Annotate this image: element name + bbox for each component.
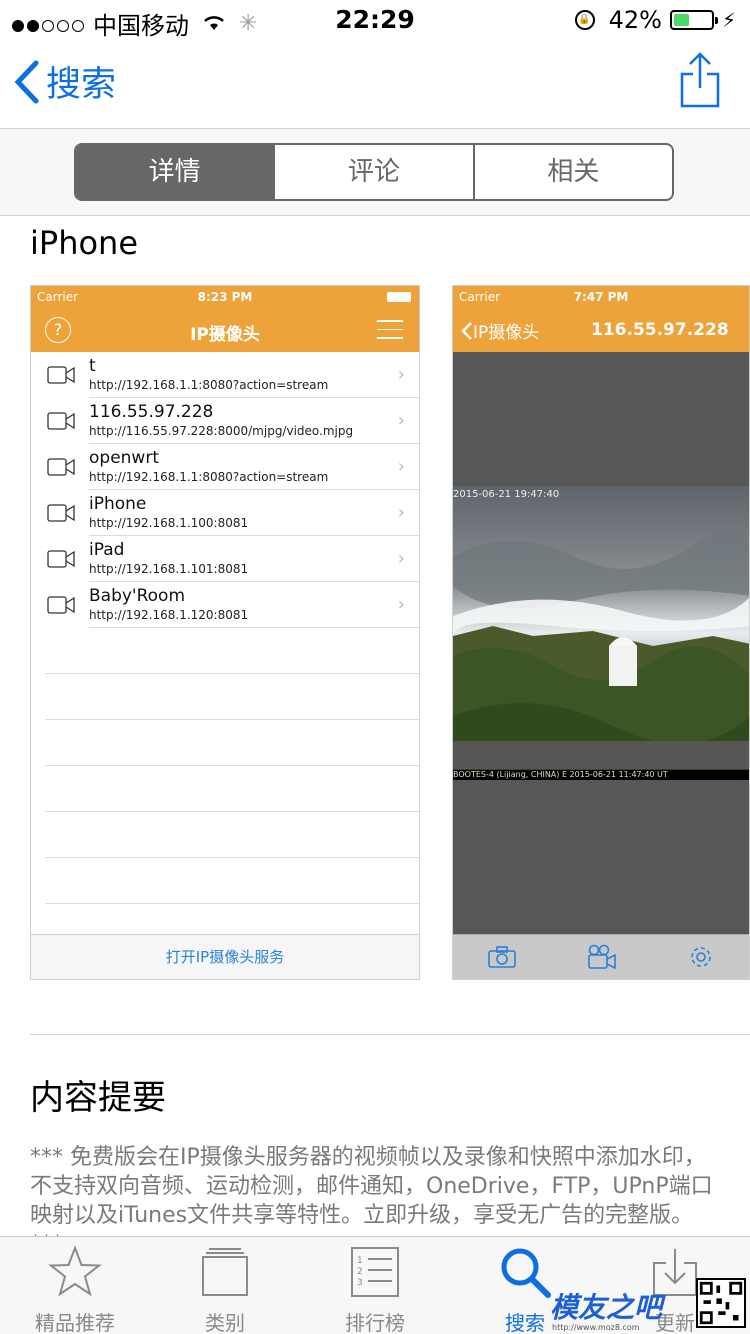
caption-overlay: BOOTES-4 (Lijiang, CHINA) E 2015-06-21 1… xyxy=(453,770,749,780)
chevron-right-icon: › xyxy=(397,364,405,385)
battery-icon xyxy=(387,292,411,302)
segmented-control: 详情 评论 相关 xyxy=(74,143,674,201)
video-camera-icon xyxy=(47,550,75,568)
list-item: openwrt http://192.168.1.1:8080?action=s… xyxy=(31,444,419,490)
tab-categories[interactable]: 类别 xyxy=(150,1245,300,1334)
screenshot-time: 7:47 PM xyxy=(573,290,629,304)
svg-text:2: 2 xyxy=(357,1267,363,1277)
tab-label: 精品推荐 xyxy=(35,1311,115,1334)
chevron-left-icon xyxy=(461,321,472,340)
charging-icon: ⚡ xyxy=(721,8,736,32)
camera-name: openwrt xyxy=(89,448,159,468)
timestamp-overlay: 2015-06-21 19:47:40 xyxy=(453,489,560,500)
camera-name: Baby'Room xyxy=(89,586,186,606)
camera-list: t http://192.168.1.1:8080?action=stream … xyxy=(31,352,419,904)
empty-row xyxy=(31,720,419,766)
status-right: 🔒 42% ⚡ xyxy=(574,6,736,34)
nav-bar: 搜索 xyxy=(0,40,750,128)
empty-row xyxy=(31,674,419,720)
watermark-text: 模友之吧 xyxy=(550,1291,663,1324)
summary-title: 内容提要 xyxy=(30,1078,166,1118)
chevron-right-icon: › xyxy=(397,502,405,523)
share-icon xyxy=(680,52,720,108)
app-screenshot-2[interactable]: Carrier 7:47 PM IP摄像头 116.55.97.228 2015… xyxy=(452,285,750,980)
back-button[interactable]: 搜索 xyxy=(14,56,116,107)
screenshot-nav-bar: ? IP摄像头 xyxy=(31,308,419,352)
list-item: iPad http://192.168.1.101:8081 › xyxy=(31,536,419,582)
video-record-icon xyxy=(588,944,616,970)
camera-url: http://192.168.1.101:8081 xyxy=(89,562,249,576)
chevron-right-icon: › xyxy=(397,594,405,615)
menu-icon xyxy=(377,320,403,346)
tab-details[interactable]: 详情 xyxy=(76,145,276,199)
app-screenshot-1[interactable]: Carrier 8:23 PM ? IP摄像头 t http://192.168… xyxy=(30,285,420,980)
empty-row xyxy=(31,812,419,858)
segment-bar: 详情 评论 相关 xyxy=(0,128,750,216)
start-server-button: 打开IP摄像头服务 xyxy=(31,934,419,979)
list-item: iPhone http://192.168.1.100:8081 › xyxy=(31,490,419,536)
chevron-right-icon: › xyxy=(397,456,405,477)
tab-reviews[interactable]: 评论 xyxy=(275,145,475,199)
chevron-right-icon: › xyxy=(397,548,405,569)
camera-url: http://192.168.1.1:8080?action=stream xyxy=(89,470,329,484)
search-icon xyxy=(501,1248,551,1298)
video-camera-icon xyxy=(47,504,75,522)
tab-label: 类别 xyxy=(205,1311,245,1334)
camera-url: http://116.55.97.228:8000/mjpg/video.mjp… xyxy=(89,424,354,438)
camera-name: t xyxy=(89,356,96,376)
video-camera-icon xyxy=(47,366,75,384)
screenshot-status-bar: Carrier 7:47 PM xyxy=(453,286,749,308)
battery-level xyxy=(673,14,690,26)
screenshot-time: 8:23 PM xyxy=(197,290,253,304)
camera-feed-image: 2015-06-21 19:47:40 BOOTES-4 (Lijiang, C… xyxy=(453,486,749,780)
video-camera-icon xyxy=(47,458,75,476)
battery-icon xyxy=(669,10,718,30)
screenshot-title: 116.55.97.228 xyxy=(591,320,729,340)
watermark-url: http://www.moz8.com xyxy=(552,1323,640,1332)
empty-row xyxy=(31,766,419,812)
camera-name: 116.55.97.228 xyxy=(89,402,214,422)
battery-percent: 42% xyxy=(608,6,662,34)
screenshot-title: IP摄像头 xyxy=(190,325,260,345)
landscape-image xyxy=(453,486,749,780)
screenshot-back: IP摄像头 xyxy=(461,318,539,343)
video-camera-icon xyxy=(47,412,75,430)
section-title-iphone: iPhone xyxy=(30,224,139,262)
tab-top-charts[interactable]: 123 排行榜 xyxy=(300,1245,450,1334)
list-item: t http://192.168.1.1:8080?action=stream … xyxy=(31,352,419,398)
empty-row xyxy=(31,628,419,674)
top-charts-icon: 123 xyxy=(351,1247,399,1297)
camera-url: http://192.168.1.100:8081 xyxy=(89,516,249,530)
back-label: 搜索 xyxy=(46,65,117,105)
camera-url: http://192.168.1.120:8081 xyxy=(89,608,249,622)
screenshot-toolbar xyxy=(453,934,749,979)
screenshot-back-label: IP摄像头 xyxy=(473,323,540,343)
categories-icon xyxy=(202,1248,248,1296)
tab-related[interactable]: 相关 xyxy=(475,145,672,199)
list-item: 116.55.97.228 http://116.55.97.228:8000/… xyxy=(31,398,419,444)
chevron-left-icon xyxy=(14,60,39,103)
camera-name: iPad xyxy=(89,540,125,560)
tab-label: 排行榜 xyxy=(345,1311,405,1334)
svg-text:3: 3 xyxy=(357,1278,363,1288)
qr-code-icon xyxy=(696,1278,746,1328)
gear-icon xyxy=(690,947,711,967)
svg-text:1: 1 xyxy=(357,1256,363,1266)
camera-icon xyxy=(488,946,517,968)
video-camera-icon xyxy=(47,596,75,614)
status-bar: 中国移动 ✳ 22:29 🔒 42% ⚡ xyxy=(0,0,750,40)
rotation-lock-icon: 🔒 xyxy=(574,10,595,30)
empty-row xyxy=(31,858,419,904)
camera-name: iPhone xyxy=(89,494,147,514)
star-icon xyxy=(48,1245,102,1297)
list-item: Baby'Room http://192.168.1.120:8081 › xyxy=(31,582,419,628)
chevron-right-icon: › xyxy=(397,410,405,431)
tab-featured[interactable]: 精品推荐 xyxy=(0,1245,150,1334)
divider xyxy=(30,1034,750,1035)
share-button[interactable] xyxy=(680,52,720,112)
camera-url: http://192.168.1.1:8080?action=stream xyxy=(89,378,329,392)
screenshot-status-bar: Carrier 8:23 PM xyxy=(31,286,419,308)
screenshot-nav-bar: IP摄像头 116.55.97.228 xyxy=(453,308,749,352)
tab-bar: 精品推荐 类别 123 排行榜 搜索 更新 模友之吧 http://www.mo… xyxy=(0,1236,750,1334)
